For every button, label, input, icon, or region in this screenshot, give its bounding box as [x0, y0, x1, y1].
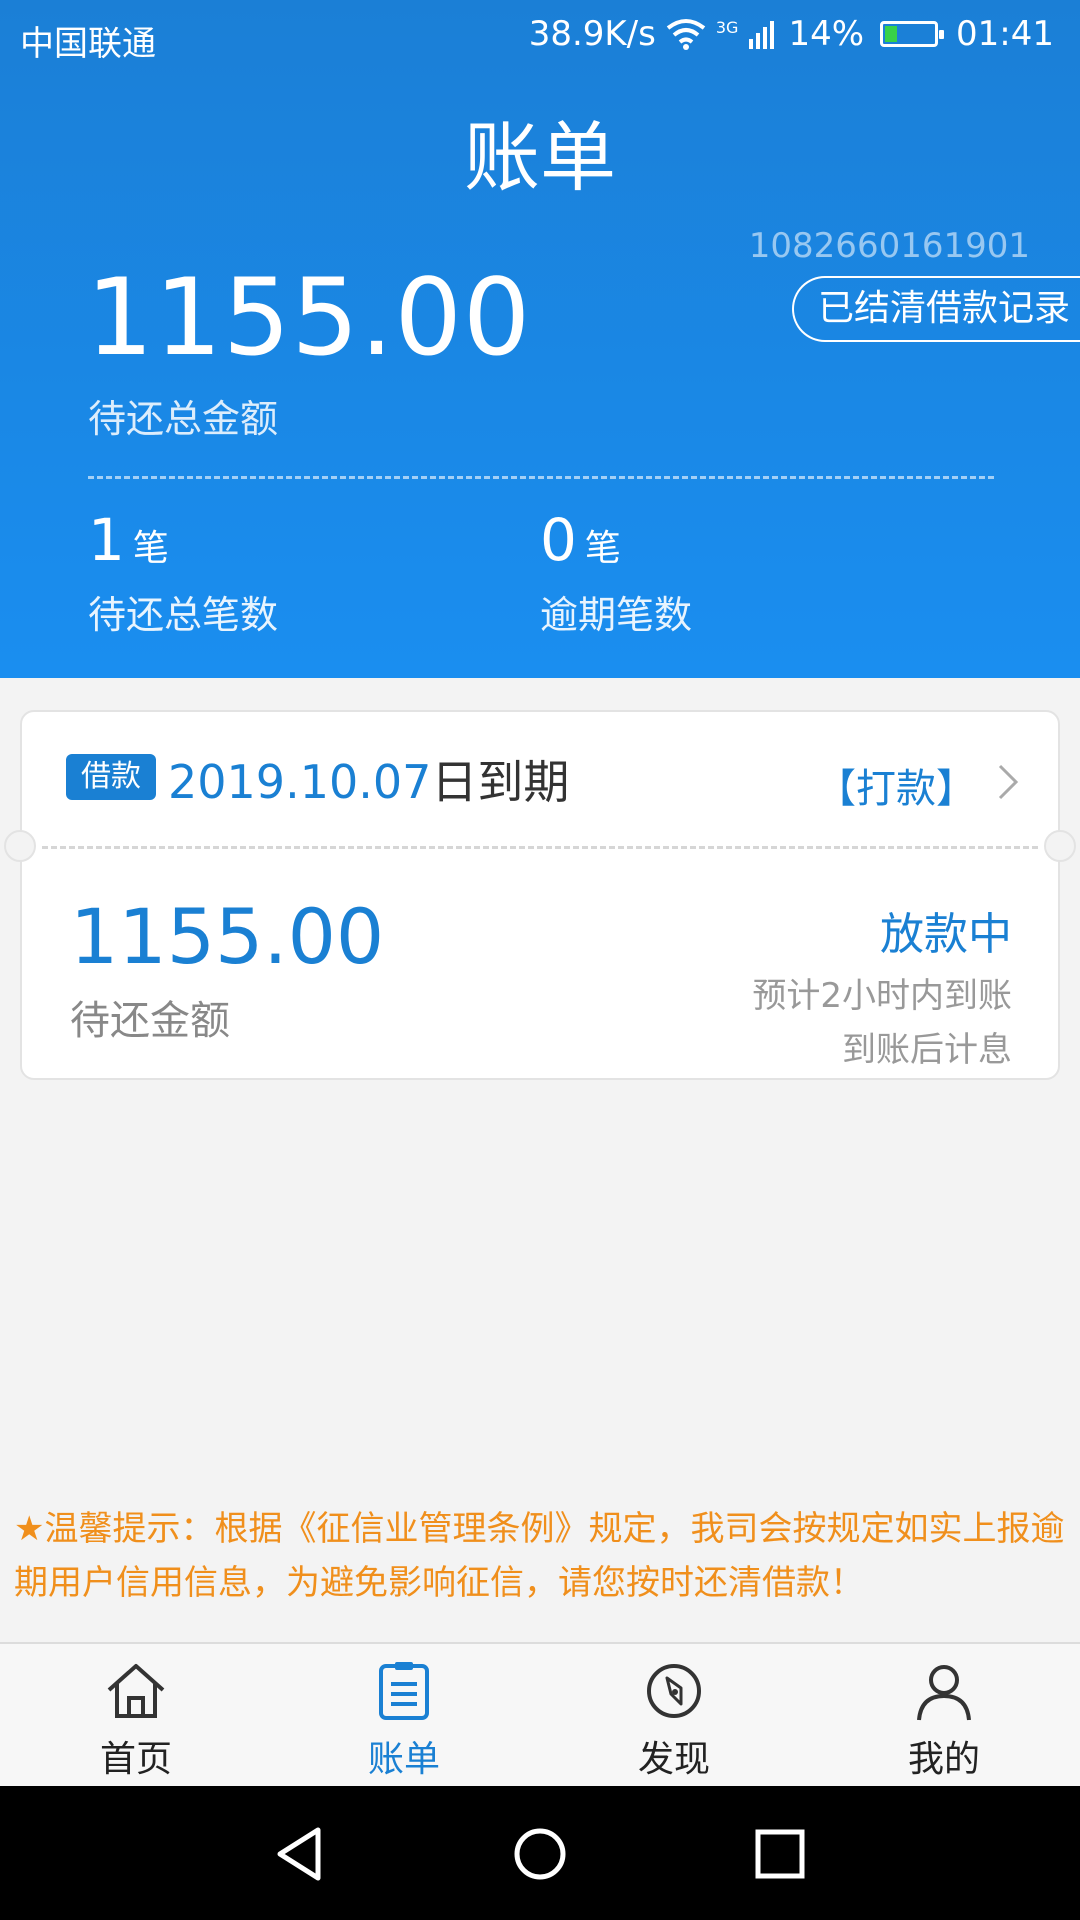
loan-tag: 借款 — [66, 754, 156, 800]
loan-card-header[interactable]: 借款 2019.10.07日到期 【打款】 — [22, 712, 1058, 846]
overdue-count-unit: 笔 — [584, 528, 621, 569]
bill-icon — [379, 1662, 429, 1720]
battery-icon — [880, 21, 945, 47]
battery-percent: 14% — [788, 14, 865, 54]
card-notch-right — [1044, 830, 1076, 862]
pending-count: 1 — [88, 506, 125, 574]
carrier-label: 中国联通 — [20, 24, 156, 64]
status-bar: 中国联通 38.9K/s 3G 14% 01:41 — [0, 0, 1080, 74]
due-suffix: 日到期 — [431, 755, 570, 809]
arrival-note: 预计2小时内到账 — [752, 976, 1012, 1016]
compass-icon — [647, 1664, 701, 1718]
chevron-right-icon[interactable] — [996, 762, 1020, 802]
back-icon[interactable] — [262, 1816, 338, 1892]
tab-home-label: 首页 — [99, 1739, 172, 1780]
tab-mine[interactable]: 我的 — [844, 1658, 1044, 1782]
status-bar-right: 38.9K/s 3G 14% 01:41 — [529, 14, 1054, 54]
tab-mine-label: 我的 — [907, 1739, 980, 1780]
total-amount: 1155.00 — [86, 256, 532, 379]
card-notch-left — [4, 830, 36, 862]
settled-records-button[interactable]: 已结清借款记录 — [792, 276, 1080, 342]
due-date: 2019.10.07 — [168, 755, 432, 809]
clock: 01:41 — [956, 14, 1054, 54]
tab-bill-label: 账单 — [367, 1739, 440, 1780]
tab-home[interactable]: 首页 — [36, 1658, 236, 1782]
pending-count-stat: 1笔 待还总笔数 — [88, 506, 278, 639]
recents-icon[interactable] — [742, 1816, 818, 1892]
signal-icon — [749, 21, 775, 49]
header: 中国联通 38.9K/s 3G 14% 01:41 账单 10826601619… — [0, 0, 1080, 678]
loan-amount: 1155.00 — [70, 892, 385, 981]
wifi-icon — [666, 19, 706, 50]
home-icon — [107, 1664, 165, 1718]
total-amount-label: 待还总金额 — [88, 397, 279, 441]
tab-bill[interactable]: 账单 — [304, 1658, 504, 1782]
loan-status: 放款中 — [880, 909, 1012, 960]
loan-card[interactable]: 借款 2019.10.07日到期 【打款】 1155.00 待还金额 放款中 预… — [4, 710, 1076, 1080]
loan-amount-label: 待还金额 — [70, 998, 230, 1044]
user-icon — [917, 1665, 971, 1721]
interest-note: 到账后计息 — [842, 1030, 1012, 1070]
network-speed: 38.9K/s — [528, 14, 656, 54]
tab-discover-label: 发现 — [637, 1739, 710, 1780]
warm-tip: ★温馨提示：根据《征信业管理条例》规定，我司会按规定如实上报逾期用户信用信息，为… — [14, 1509, 1065, 1603]
bottom-tab-bar: 首页 账单 发现 我的 — [0, 1642, 1080, 1786]
network-type-label: 3G — [715, 18, 739, 37]
divider — [88, 476, 994, 479]
due-date-line: 2019.10.07日到期 — [168, 746, 569, 812]
pending-count-unit: 笔 — [132, 528, 169, 569]
system-nav-bar — [0, 1786, 1080, 1920]
account-id: 1082660161901 — [748, 226, 1030, 266]
overdue-count: 0 — [540, 506, 577, 574]
home-nav-icon[interactable] — [502, 1816, 578, 1892]
pending-count-label: 待还总笔数 — [88, 593, 279, 637]
card-divider — [42, 846, 1038, 849]
pay-link[interactable]: 【打款】 — [816, 756, 976, 814]
overdue-count-label: 逾期笔数 — [540, 593, 693, 637]
page-title: 账单 — [464, 113, 616, 202]
tab-discover[interactable]: 发现 — [574, 1658, 774, 1782]
overdue-count-stat: 0笔 逾期笔数 — [540, 506, 692, 639]
